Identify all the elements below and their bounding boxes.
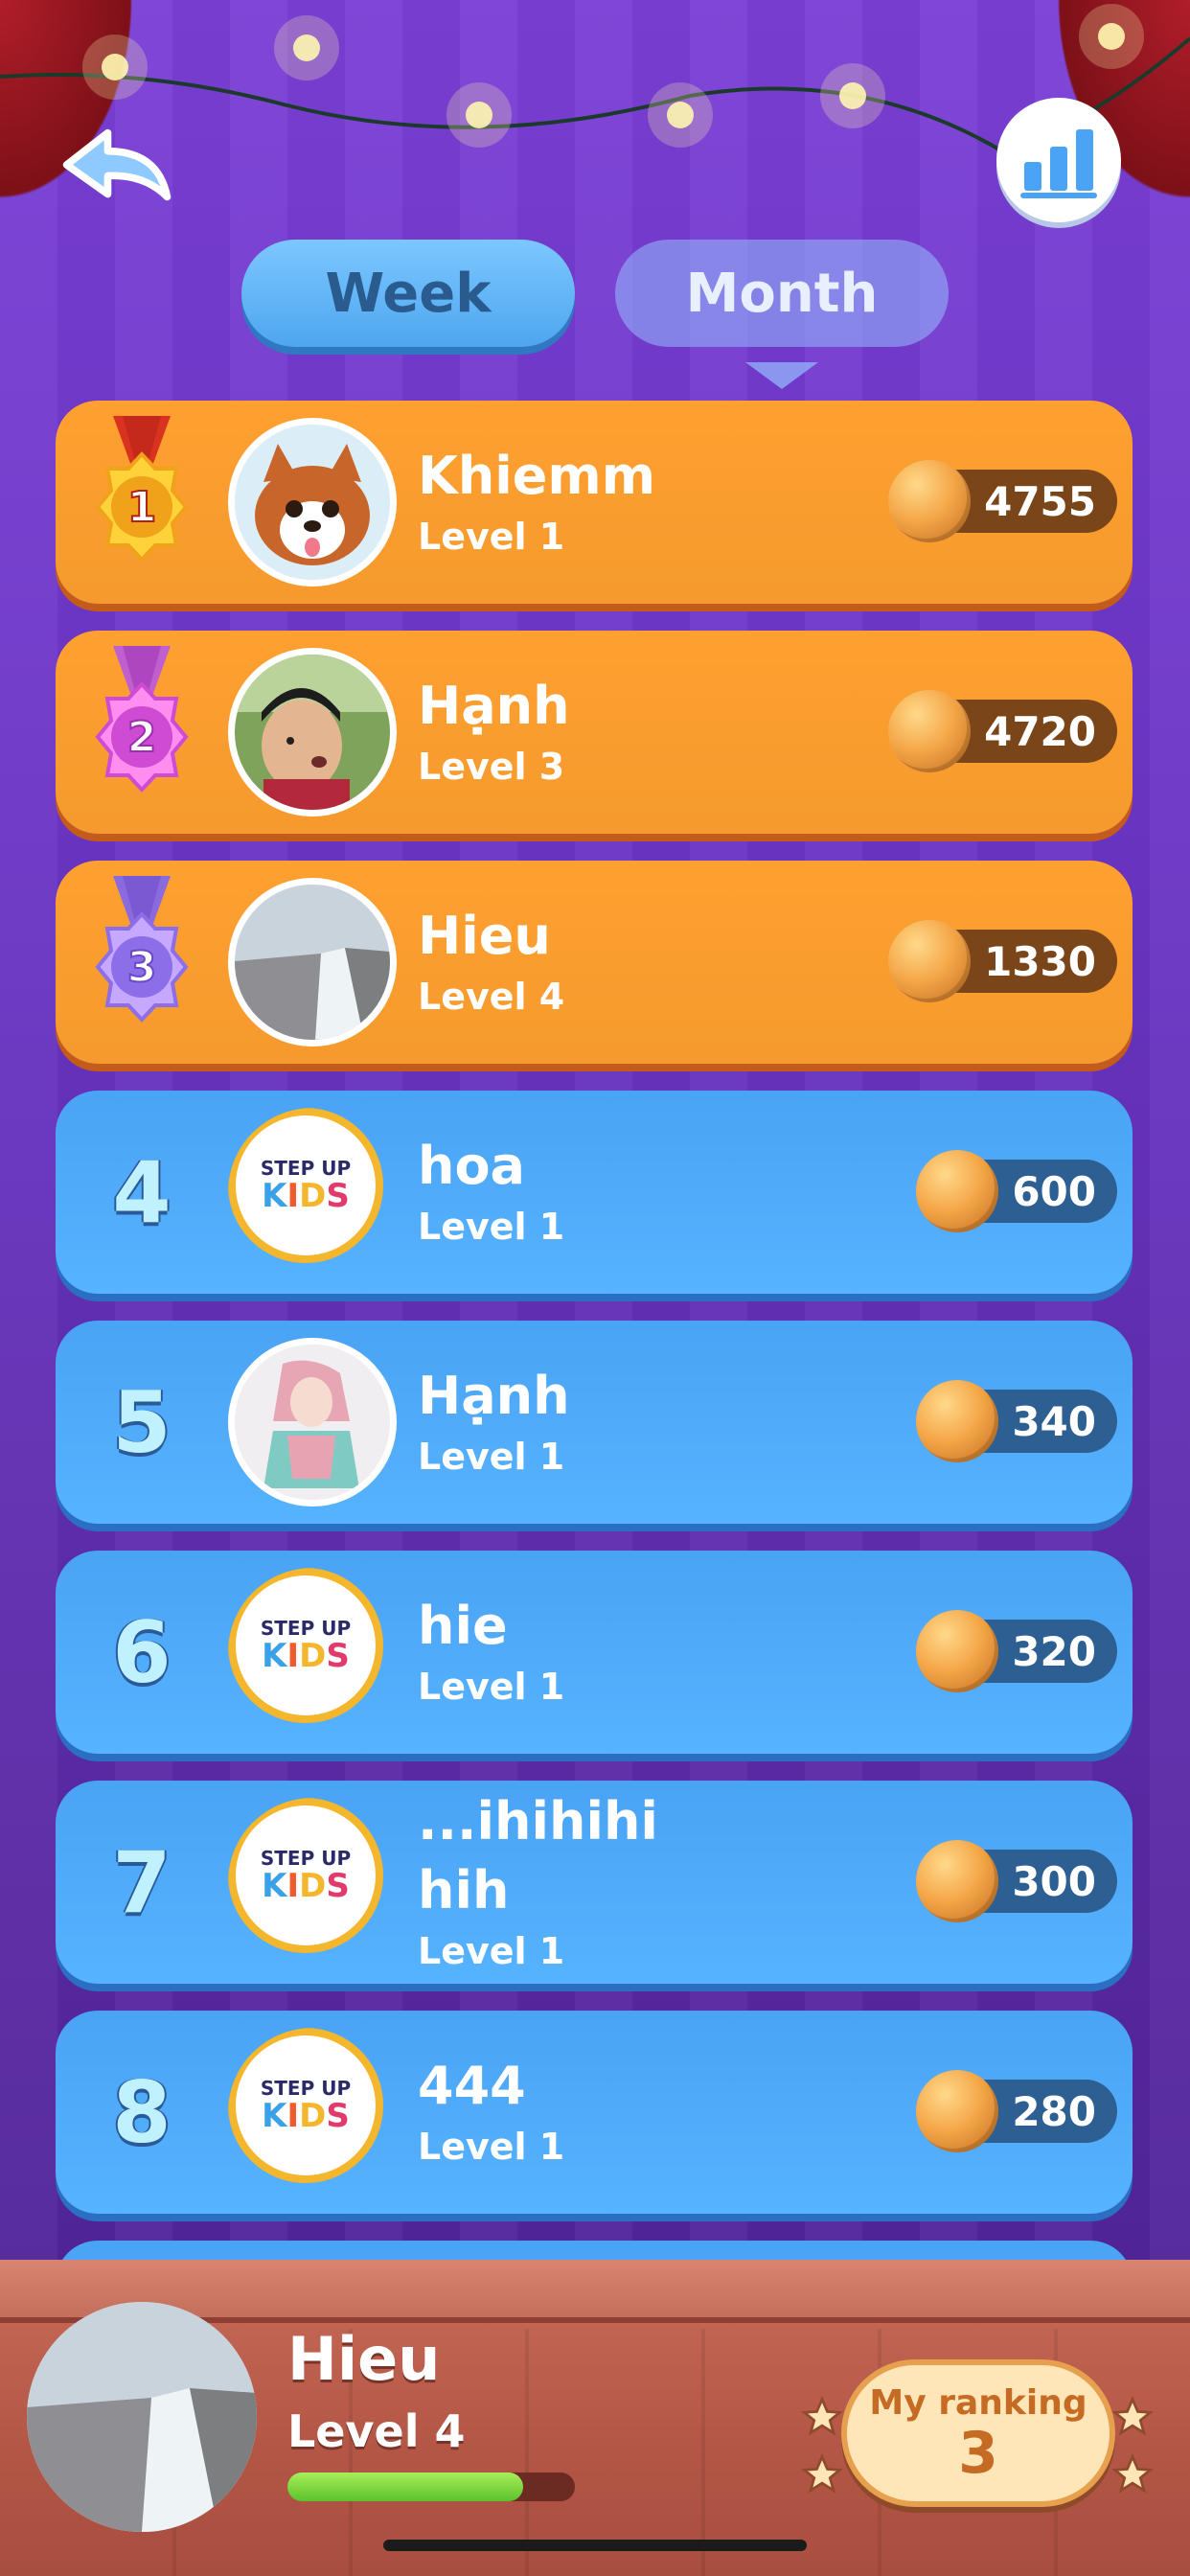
rank-number: 6 <box>112 1602 172 1702</box>
medal-1-icon: 1 <box>95 416 189 563</box>
score-value: 4755 <box>984 477 1096 525</box>
medal-3-icon: 3 <box>95 876 189 1023</box>
star-icon <box>1111 2453 1154 2494</box>
my-level: Level 4 <box>287 2405 466 2457</box>
rank-cell: 1 <box>56 401 228 604</box>
logo-text-bottom: KIDS <box>262 1637 350 1675</box>
player-avatar[interactable] <box>228 878 397 1046</box>
leaderboard-row[interactable]: 8 STEP UP KIDS 444 Level 1 280 <box>56 2011 1133 2214</box>
my-avatar[interactable] <box>27 2302 257 2532</box>
rank-cell: 7 <box>56 1781 228 1984</box>
rank-cell: 3 <box>56 861 228 1064</box>
player-avatar[interactable]: STEP UP KIDS <box>228 1108 397 1276</box>
score-pill: 300 <box>916 1840 1117 1922</box>
score-value: 1330 <box>984 937 1096 985</box>
rank-number: 4 <box>112 1142 172 1242</box>
player-avatar[interactable] <box>228 418 397 586</box>
back-arrow-icon <box>62 128 172 201</box>
score-pill: 1330 <box>888 920 1117 1002</box>
player-avatar[interactable]: STEP UP KIDS <box>228 1568 397 1736</box>
player-avatar[interactable] <box>228 648 397 816</box>
score-pill: 280 <box>916 2070 1117 2152</box>
svg-text:1: 1 <box>127 483 157 532</box>
my-ranking-label: My ranking <box>869 2382 1087 2423</box>
score-pill: 4720 <box>888 690 1117 772</box>
star-icon <box>1111 2396 1154 2436</box>
rank-cell: 5 <box>56 1321 228 1524</box>
coin-icon <box>916 1840 999 1922</box>
leaderboard-row[interactable]: 7 STEP UP KIDS ...ihihihi hih Level 1 300 <box>56 1781 1133 1984</box>
my-ranking-badge[interactable]: My ranking 3 <box>841 2359 1115 2507</box>
rank-cell: 6 <box>56 1551 228 1754</box>
rank-cell: 8 <box>56 2011 228 2214</box>
logo-text-top: STEP UP <box>260 1157 352 1180</box>
rank-number: 8 <box>112 2062 172 2162</box>
logo-text-bottom: KIDS <box>262 1177 350 1215</box>
svg-text:3: 3 <box>127 943 157 992</box>
rank-cell: 4 <box>56 1091 228 1294</box>
logo-text-top: STEP UP <box>260 1617 352 1640</box>
leaderboard-list[interactable]: 1 Khiemm Level 1 4755 2 Hạnh Level 3 4720 3 Hieu L… <box>56 401 1133 2260</box>
player-avatar[interactable] <box>228 1338 397 1506</box>
coin-icon <box>888 460 972 542</box>
leaderboard-row[interactable]: 2 Hạnh Level 3 4720 <box>56 631 1133 834</box>
coin-icon <box>916 1380 999 1462</box>
rank-cell: 2 <box>56 631 228 834</box>
coin-icon <box>888 690 972 772</box>
bar-chart-icon <box>1020 129 1097 198</box>
logo-text-bottom: KIDS <box>262 2097 350 2135</box>
rank-number: 5 <box>112 1372 172 1472</box>
coin-icon <box>916 1150 999 1232</box>
logo-text-top: STEP UP <box>260 1847 352 1870</box>
score-pill: 600 <box>916 1150 1117 1232</box>
rank-number: 7 <box>112 1832 172 1932</box>
player-avatar[interactable]: STEP UP KIDS <box>228 2028 397 2196</box>
logo-text-top: STEP UP <box>260 2077 352 2100</box>
score-value: 280 <box>1012 2087 1096 2135</box>
score-value: 320 <box>1012 1627 1096 1675</box>
coin-icon <box>888 920 972 1002</box>
tab-month[interactable]: Month <box>615 240 949 347</box>
leaderboard-row[interactable]: 6 STEP UP KIDS hie Level 1 320 <box>56 1551 1133 1754</box>
player-level: Level 1 <box>418 1930 565 1972</box>
my-name: Hieu <box>287 2324 441 2394</box>
score-pill: 4755 <box>888 460 1117 542</box>
score-pill: 340 <box>916 1380 1117 1462</box>
xp-bar-fill <box>287 2472 523 2501</box>
svg-text:2: 2 <box>127 713 157 762</box>
star-icon <box>801 2396 843 2436</box>
stats-button[interactable] <box>996 98 1121 222</box>
xp-bar <box>287 2472 575 2501</box>
home-indicator[interactable] <box>383 2540 807 2551</box>
player-avatar[interactable]: STEP UP KIDS <box>228 1798 397 1966</box>
leaderboard-row[interactable]: 3 Hieu Level 4 1330 <box>56 861 1133 1064</box>
logo-text-bottom: KIDS <box>262 1867 350 1905</box>
medal-2-icon: 2 <box>95 646 189 793</box>
tab-week[interactable]: Week <box>241 240 575 347</box>
score-value: 600 <box>1012 1167 1096 1215</box>
score-value: 300 <box>1012 1857 1096 1905</box>
coin-icon <box>916 2070 999 2152</box>
score-value: 4720 <box>984 707 1096 755</box>
tab-pointer <box>745 362 818 389</box>
coin-icon <box>916 1610 999 1692</box>
period-tabs: Week Month <box>241 240 949 347</box>
score-pill: 320 <box>916 1610 1117 1692</box>
leaderboard-row[interactable]: 1 Khiemm Level 1 4755 <box>56 401 1133 604</box>
leaderboard-row[interactable]: 4 STEP UP KIDS hoa Level 1 600 <box>56 1091 1133 1294</box>
my-ranking-value: 3 <box>958 2419 998 2487</box>
back-button[interactable] <box>57 105 176 224</box>
leaderboard-row-partial[interactable] <box>56 2241 1133 2260</box>
score-value: 340 <box>1012 1397 1096 1445</box>
star-icon <box>801 2453 843 2494</box>
leaderboard-row[interactable]: 5 Hạnh Level 1 340 <box>56 1321 1133 1524</box>
